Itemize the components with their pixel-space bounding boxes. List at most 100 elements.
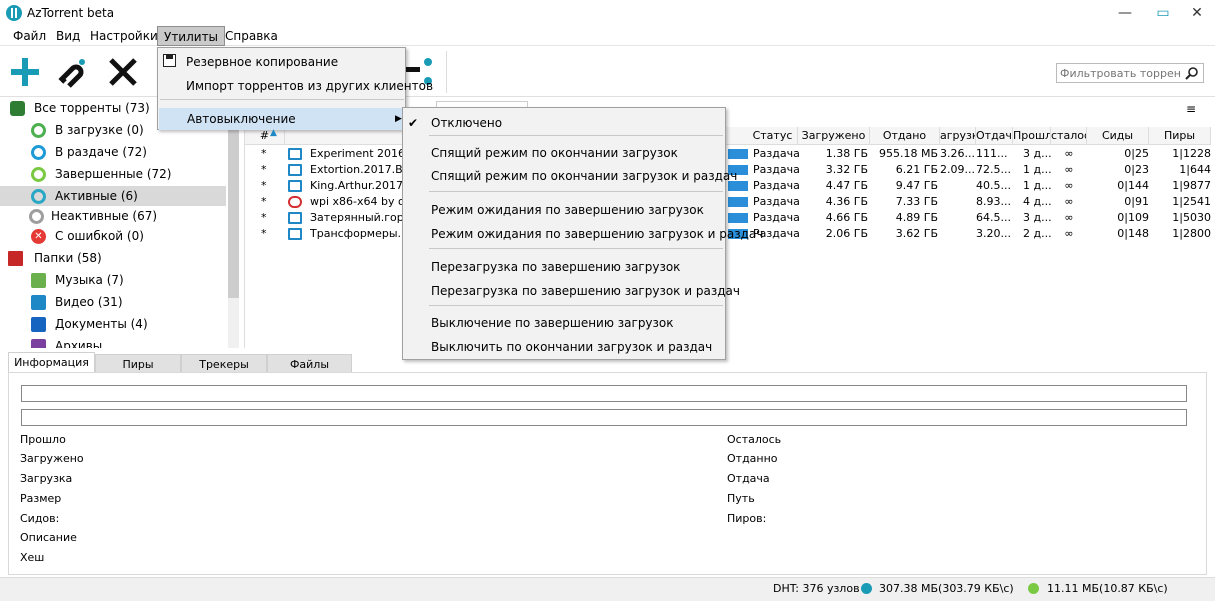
col-downloaded[interactable]: Загружено xyxy=(798,127,870,145)
cell-down: 4.47 ГБ xyxy=(825,179,868,192)
menu-separator xyxy=(160,99,404,100)
col-uploaded[interactable]: Отдано xyxy=(870,127,940,145)
shutdown-option-restart-all[interactable]: Перезагрузка по завершению загрузок и ра… xyxy=(431,280,740,302)
status-bar: DHT: 376 узлов 307.38 МБ(303.79 КБ\с) 11… xyxy=(0,577,1215,601)
col-elapsed[interactable]: Прошло xyxy=(1013,127,1051,145)
cell-status: Раздача xyxy=(753,147,800,160)
filter-input[interactable] xyxy=(1057,64,1181,82)
cell-left: ∞ xyxy=(1064,195,1074,208)
progress-cell xyxy=(728,149,748,159)
shutdown-option-standby-all[interactable]: Режим ожидания по завершению загрузок и … xyxy=(431,223,763,245)
menu-item-autoshutdown[interactable]: Автовыключение ▶ xyxy=(159,108,405,130)
cell-down: 4.36 ГБ xyxy=(825,195,868,208)
menu-utilities[interactable]: Утилиты xyxy=(157,26,226,46)
menu-item-backup[interactable]: Резервное копирование xyxy=(186,51,338,73)
cell-left: ∞ xyxy=(1064,227,1074,240)
cell-left: ∞ xyxy=(1064,147,1074,160)
cell-up: 9.47 ГБ xyxy=(895,179,938,192)
shutdown-option-poweroff-downloads[interactable]: Выключение по завершению загрузок xyxy=(431,312,674,334)
app-logo-icon xyxy=(6,5,22,21)
submenu-arrow-icon: ▶ xyxy=(395,114,402,124)
menu-view[interactable]: Вид xyxy=(50,26,86,46)
sidebar-item-active[interactable]: Активные (6) xyxy=(0,186,226,206)
table-row[interactable]: * wpi x86-x64 by ov Раздача 4.36 ГБ 7.33 ГБ 8… xyxy=(245,194,1211,210)
cell-peers: 1|2800 xyxy=(1172,227,1211,240)
menu-help[interactable]: Справка xyxy=(219,26,284,46)
cell-seeds: 0|91 xyxy=(1124,195,1149,208)
archive-folder-icon xyxy=(31,339,46,348)
shutdown-option-standby-downloads[interactable]: Режим ожидания по завершению загрузок xyxy=(431,199,704,221)
cell-elapsed: 1 д... xyxy=(1023,179,1051,192)
check-icon: ✔ xyxy=(408,116,419,130)
tab-info[interactable]: Информация xyxy=(8,352,95,373)
col-status[interactable]: Статус xyxy=(748,127,798,145)
sidebar-item-completed[interactable]: Завершенные (72) xyxy=(0,164,226,184)
cell-dl: 2.09... xyxy=(940,163,975,176)
shutdown-option-poweroff-all[interactable]: Выключить по окончании загрузок и раздач xyxy=(431,336,712,358)
cell-peers: 1|644 xyxy=(1179,163,1211,176)
col-upload-speed[interactable]: Отдача xyxy=(976,127,1013,145)
dht-status: DHT: 376 узлов xyxy=(773,582,860,595)
info-path-label: Путь xyxy=(727,492,755,505)
minimize-button[interactable]: — xyxy=(1108,0,1142,26)
shutdown-option-off[interactable]: Отключено xyxy=(431,112,502,134)
cell-elapsed: 3 д... xyxy=(1023,211,1051,224)
menu-settings[interactable]: Настройки xyxy=(84,26,164,46)
cell-ul: 40.5... xyxy=(976,179,1011,192)
menu-item-import[interactable]: Импорт торрентов из других клиентов xyxy=(186,75,433,97)
table-row[interactable]: * Experiment 2016 H Раздача 1.38 ГБ 955.18 М… xyxy=(245,146,1211,162)
cell-down: 4.66 ГБ xyxy=(825,211,868,224)
info-peers-label: Пиров: xyxy=(727,512,767,525)
restore-button[interactable]: ▭ xyxy=(1146,0,1180,26)
menu-file[interactable]: Файл xyxy=(7,26,52,46)
sidebar-item-documents[interactable]: Документы (4) xyxy=(0,314,226,334)
sidebar-scrollbar-thumb[interactable] xyxy=(228,108,239,298)
add-torrent-icon[interactable] xyxy=(9,56,41,88)
sidebar-item-seeding[interactable]: В раздаче (72) xyxy=(0,142,226,162)
sort-ascending-icon: ▲ xyxy=(270,128,277,138)
info-remaining-label: Осталось xyxy=(727,433,782,446)
shutdown-option-sleep-downloads[interactable]: Спящий режим по окончании загрузок xyxy=(431,142,678,164)
cell-left: ∞ xyxy=(1064,163,1074,176)
tab-trackers[interactable]: Трекеры xyxy=(181,354,267,373)
sidebar-item-inactive[interactable]: Неактивные (67) xyxy=(0,206,226,226)
close-button[interactable]: ✕ xyxy=(1180,0,1214,26)
search-icon[interactable] xyxy=(1185,66,1199,80)
magnet-link-icon[interactable] xyxy=(57,56,89,88)
sidebar-item-error[interactable]: ✕ С ошибкой (0) xyxy=(0,226,226,246)
col-peers[interactable]: Пиры xyxy=(1149,127,1211,145)
cell-dl: 3.26... xyxy=(940,147,975,160)
pieces-bar xyxy=(21,409,1187,426)
shutdown-option-restart-downloads[interactable]: Перезагрузка по завершению загрузок xyxy=(431,256,680,278)
cell-name: King.Arthur.2017. xyxy=(310,179,407,192)
col-remaining[interactable]: сталось xyxy=(1051,127,1087,145)
col-seeds[interactable]: Сиды xyxy=(1087,127,1149,145)
cell-name: wpi x86-x64 by ov xyxy=(310,195,412,208)
info-download-label: Загрузка xyxy=(20,472,73,485)
cell-status: Раздача xyxy=(753,163,800,176)
cell-n: * xyxy=(261,147,267,160)
folders-icon xyxy=(8,251,23,266)
cell-up: 3.62 ГБ xyxy=(895,227,938,240)
col-download-speed[interactable]: агрузка xyxy=(940,127,976,145)
sidebar-item-video[interactable]: Видео (31) xyxy=(0,292,226,312)
sidebar-item-folders[interactable]: Папки (58) xyxy=(0,248,226,268)
tab-peers[interactable]: Пиры xyxy=(95,354,181,373)
info-hash-label: Хеш xyxy=(20,551,45,564)
seeding-state-icon xyxy=(31,145,46,160)
column-menu-icon[interactable]: ≡ xyxy=(1186,102,1198,116)
delete-torrent-icon[interactable] xyxy=(107,56,139,88)
window-title: AzTorrent beta xyxy=(27,6,115,20)
all-torrents-icon xyxy=(10,101,25,116)
shutdown-option-sleep-all[interactable]: Спящий режим по окончании загрузок и раз… xyxy=(431,165,737,187)
cell-n: * xyxy=(261,163,267,176)
sidebar-item-archives[interactable]: Архивы xyxy=(0,336,226,348)
cell-seeds: 0|109 xyxy=(1117,211,1149,224)
sidebar-item-music[interactable]: Музыка (7) xyxy=(0,270,226,290)
info-downloaded-label: Загружено xyxy=(20,452,84,465)
progress-cell xyxy=(728,197,748,207)
filter-box[interactable] xyxy=(1056,63,1204,83)
tab-files[interactable]: Файлы xyxy=(267,354,352,373)
cell-name: Трансформеры.l xyxy=(310,227,405,240)
upload-speed-icon xyxy=(1028,583,1039,594)
